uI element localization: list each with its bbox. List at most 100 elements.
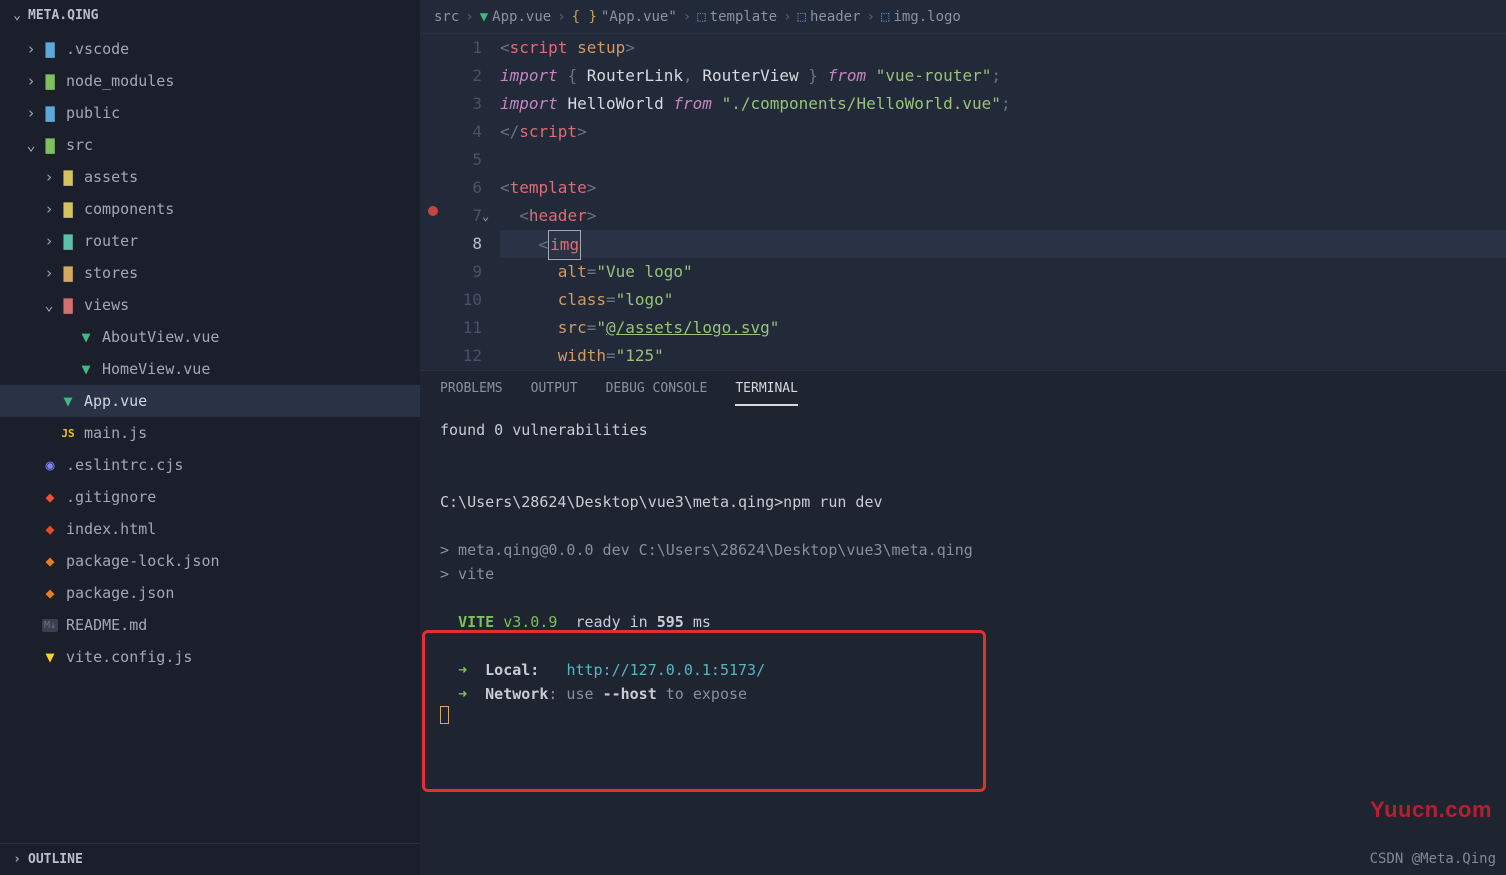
code-line[interactable]: src="@/assets/logo.svg" [500,314,1506,342]
file-tree-item[interactable]: ›▇.vscode [0,33,420,65]
chevron-icon [22,648,40,666]
file-tree-item[interactable]: M↓README.md [0,609,420,641]
file-label: components [84,200,174,218]
eslint-icon: ◉ [40,456,60,474]
code-line[interactable]: <header> [500,202,1506,230]
file-tree-item[interactable]: ◆ .gitignore [0,481,420,513]
vue-icon: ▼ [76,328,96,346]
terminal-line: found 0 vulnerabilities [440,418,1486,442]
panel-tabs: PROBLEMS OUTPUT DEBUG CONSOLE TERMINAL [420,371,1506,406]
file-label: assets [84,168,138,186]
terminal-line: > meta.qing@0.0.0 dev C:\Users\28624\Des… [440,538,1486,562]
chevron-down-icon: ⌄ [12,8,22,23]
code-line[interactable]: class="logo" [500,286,1506,314]
file-tree-item[interactable]: ›▇ router [0,225,420,257]
bottom-panel: PROBLEMS OUTPUT DEBUG CONSOLE TERMINAL foun… [420,370,1506,875]
file-explorer: ⌄ META.QING ›▇.vscode›▇node_modules›▇pub… [0,0,420,875]
chevron-icon: › [40,232,58,250]
js-icon: JS [58,427,78,440]
file-tree-item[interactable]: ◉ .eslintrc.cjs [0,449,420,481]
editor-area: src›▼ App.vue›{ } "App.vue"›⬚ template›⬚… [420,0,1506,875]
chevron-icon [40,392,58,410]
file-label: stores [84,264,138,282]
chevron-icon: › [40,168,58,186]
json-icon: ◆ [40,584,60,602]
file-label: HomeView.vue [102,360,210,378]
code-line[interactable]: <img [500,230,1506,258]
file-tree-item[interactable]: JS main.js [0,417,420,449]
folder-g-icon: ▇ [40,136,60,154]
terminal-output[interactable]: found 0 vulnerabilities C:\Users\28624\D… [420,406,1506,875]
chevron-icon [22,584,40,602]
breadcrumb-item[interactable]: ⬚ header [798,9,861,25]
code-line[interactable]: <template> [500,174,1506,202]
code-line[interactable]: <script setup> [500,34,1506,62]
file-tree-item[interactable]: ▼ AboutView.vue [0,321,420,353]
chevron-icon: ⌄ [22,136,40,154]
file-label: vite.config.js [66,648,192,666]
panel-tab[interactable]: PROBLEMS [440,381,503,406]
code-editor[interactable]: 123456789101112 ⌄ <script setup>import {… [420,34,1506,370]
file-label: main.js [84,424,147,442]
panel-tab[interactable]: OUTPUT [531,381,578,406]
breadcrumb[interactable]: src›▼ App.vue›{ } "App.vue"›⬚ template›⬚… [420,0,1506,34]
file-label: views [84,296,129,314]
md-icon: M↓ [40,619,60,632]
code-lines[interactable]: ⌄ <script setup>import { RouterLink, Rou… [500,34,1506,370]
code-line[interactable] [500,146,1506,174]
folder-b-icon: ▇ [40,104,60,122]
file-tree-item[interactable]: ▼App.vue [0,385,420,417]
breadcrumb-item[interactable]: ⬚ template [697,9,777,25]
file-tree-item[interactable]: ›▇public [0,97,420,129]
outline-label: OUTLINE [28,852,83,867]
outline-header[interactable]: › OUTLINE [0,843,420,875]
breadcrumb-item[interactable]: { } "App.vue" [572,9,677,25]
terminal-line: > vite [440,562,1486,586]
json-icon: ◆ [40,552,60,570]
fold-chevron-icon[interactable]: ⌄ [482,202,489,230]
file-tree-item[interactable]: ›▇node_modules [0,65,420,97]
terminal-line: C:\Users\28624\Desktop\vue3\meta.qing>np… [440,490,1486,514]
chevron-right-icon: › [12,852,22,867]
chevron-icon: › [22,40,40,58]
folder-t-icon: ▇ [58,232,78,250]
file-label: AboutView.vue [102,328,219,346]
file-tree-item[interactable]: ▼ HomeView.vue [0,353,420,385]
file-label: node_modules [66,72,174,90]
breadcrumb-item[interactable]: ▼ App.vue [480,9,551,25]
watermark: Yuucn.com [1370,797,1492,823]
html-icon: ◆ [40,520,60,538]
file-tree-item[interactable]: ◆index.html [0,513,420,545]
file-label: src [66,136,93,154]
file-tree-item[interactable]: ›▇components [0,193,420,225]
file-tree-item[interactable]: ⌄▇ src [0,129,420,161]
file-tree-item[interactable]: ›▇stores [0,257,420,289]
code-line[interactable]: width="125" [500,342,1506,370]
chevron-icon [22,456,40,474]
panel-tab[interactable]: DEBUG CONSOLE [606,381,708,406]
file-label: router [84,232,138,250]
file-tree-item[interactable]: ◆package-lock.json [0,545,420,577]
chevron-icon: › [40,264,58,282]
file-label: .gitignore [66,488,156,506]
chevron-icon: › [22,104,40,122]
folder-y-icon: ▇ [58,200,78,218]
git-icon: ◆ [40,488,60,506]
code-line[interactable]: import { RouterLink, RouterView } from "… [500,62,1506,90]
explorer-header[interactable]: ⌄ META.QING [0,0,420,31]
code-line[interactable]: alt="Vue logo" [500,258,1506,286]
chevron-icon [40,424,58,442]
file-label: .eslintrc.cjs [66,456,183,474]
breadcrumb-item[interactable]: ⬚ img.logo [881,9,961,25]
breadcrumb-item[interactable]: src [434,9,459,25]
file-tree-item[interactable]: ▼vite.config.js [0,641,420,673]
code-line[interactable]: </script> [500,118,1506,146]
file-tree-item[interactable]: ⌄▇views [0,289,420,321]
file-tree-item[interactable]: ◆package.json [0,577,420,609]
breakpoint-icon[interactable] [428,206,438,216]
code-line[interactable]: import HelloWorld from "./components/Hel… [500,90,1506,118]
vue-icon: ▼ [76,360,96,378]
folder-b-icon: ▇ [40,40,60,58]
panel-tab[interactable]: TERMINAL [735,381,798,406]
file-tree-item[interactable]: ›▇assets [0,161,420,193]
